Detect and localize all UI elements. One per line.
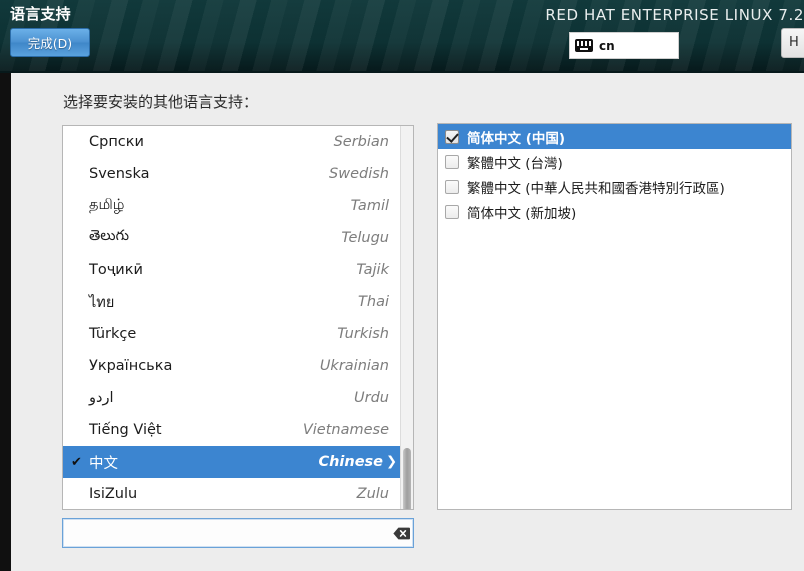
language-row[interactable]: ✔ТоҷикӣTajik❯	[63, 254, 401, 286]
screen-title: 语言支持	[10, 5, 71, 23]
language-native-name: Українська	[89, 358, 173, 374]
product-title: RED HAT ENTERPRISE LINUX 7.2	[545, 6, 804, 24]
chevron-right-icon: ❯	[386, 454, 397, 470]
done-button[interactable]: 完成(D)	[10, 28, 90, 57]
language-native-name: Тоҷикӣ	[89, 262, 143, 278]
language-list-scrollbar-thumb[interactable]	[403, 448, 411, 509]
locale-row[interactable]: 简体中文 (中国)	[438, 124, 791, 149]
language-row[interactable]: ✔TürkçeTurkish❯	[63, 318, 401, 350]
language-english-name: Zulu	[356, 486, 389, 502]
clear-search-icon[interactable]	[389, 519, 413, 547]
left-rail	[0, 73, 11, 571]
checkbox-icon[interactable]	[445, 179, 459, 194]
language-english-name: Swedish	[329, 166, 389, 182]
language-row[interactable]: ✔Tiếng ViệtVietnamese❯	[63, 414, 401, 446]
keyboard-layout-label: cn	[599, 38, 615, 53]
language-row[interactable]: ✔తెలుగుTelugu❯	[63, 222, 401, 254]
language-english-name: Vietnamese	[302, 422, 389, 438]
language-list-scrollbar[interactable]	[400, 126, 413, 509]
checkbox-icon[interactable]	[445, 154, 459, 169]
language-row[interactable]: ✔SvenskaSwedish❯	[63, 158, 401, 190]
locale-label: 繁體中文 (台灣)	[467, 155, 563, 172]
language-native-name: தமிழ்	[89, 197, 125, 213]
language-native-name: اردو	[89, 390, 114, 406]
checkbox-icon[interactable]	[445, 204, 459, 219]
language-native-name: Tiếng Việt	[89, 422, 162, 438]
language-english-name: Ukrainian	[319, 358, 389, 374]
language-row[interactable]: ✔СрпскиSerbian❯	[63, 126, 401, 158]
check-icon: ✔	[71, 454, 82, 470]
locale-row[interactable]: 繁體中文 (中華人民共和國香港特別行政區)	[438, 174, 791, 199]
content-area: 选择要安装的其他语言支持： ✔СрпскиSerbian❯✔SvenskaSwe…	[11, 73, 804, 571]
language-list[interactable]: ✔СрпскиSerbian❯✔SvenskaSwedish❯✔தமிழ்Tam…	[62, 125, 414, 510]
keyboard-layout-indicator[interactable]: cn	[569, 32, 679, 59]
language-english-name: Urdu	[354, 390, 389, 406]
locale-rows: 简体中文 (中国) 繁體中文 (台灣) 繁體中文 (中華人民共和國香港特別行政區) 简…	[438, 124, 791, 224]
search-input[interactable]	[63, 520, 389, 546]
language-row[interactable]: ✔ไทยThai❯	[63, 286, 401, 318]
language-native-name: Српски	[89, 134, 144, 150]
checkbox-icon[interactable]	[445, 129, 459, 144]
locale-row[interactable]: 简体中文 (新加坡)	[438, 199, 791, 224]
locale-label: 简体中文 (中国)	[467, 130, 566, 147]
language-english-name: Serbian	[333, 134, 389, 150]
locale-label: 简体中文 (新加坡)	[467, 205, 577, 222]
header-bar: 语言支持 完成(D) RED HAT ENTERPRISE LINUX 7.2 …	[0, 0, 804, 73]
locale-label: 繁體中文 (中華人民共和國香港特別行政區)	[467, 180, 725, 197]
language-english-name: Tamil	[350, 198, 389, 214]
language-native-name: తెలుగు	[89, 228, 130, 244]
language-native-name: Türkçe	[89, 326, 137, 342]
language-row[interactable]: ✔УкраїнськаUkrainian❯	[63, 350, 401, 382]
language-row[interactable]: ✔ 中文 Chinese ❯	[63, 446, 401, 478]
language-english-name: Turkish	[337, 326, 389, 342]
language-row[interactable]: ✔தமிழ்Tamil❯	[63, 190, 401, 222]
locale-list[interactable]: 简体中文 (中国) 繁體中文 (台灣) 繁體中文 (中華人民共和國香港特別行政區) 简…	[437, 123, 792, 510]
language-native-name: Svenska	[89, 166, 150, 182]
page-prompt: 选择要安装的其他语言支持：	[63, 93, 259, 111]
help-button[interactable]: H	[781, 28, 804, 58]
language-rows: ✔СрпскиSerbian❯✔SvenskaSwedish❯✔தமிழ்Tam…	[63, 126, 401, 509]
language-english-name: Tajik	[356, 262, 389, 278]
language-row[interactable]: ✔اردوUrdu❯	[63, 382, 401, 414]
language-search-box[interactable]	[62, 518, 414, 548]
language-native-name: ไทย	[89, 294, 115, 311]
keyboard-icon	[575, 39, 593, 52]
language-english-name: Telugu	[341, 230, 389, 246]
language-native-name: IsiZulu	[89, 486, 138, 502]
locale-row[interactable]: 繁體中文 (台灣)	[438, 149, 791, 174]
language-english-name: Thai	[358, 294, 389, 310]
installer-window: 语言支持 完成(D) RED HAT ENTERPRISE LINUX 7.2 …	[0, 0, 804, 571]
language-native-name: 中文	[89, 455, 118, 472]
language-row[interactable]: ✔IsiZuluZulu❯	[63, 478, 401, 509]
